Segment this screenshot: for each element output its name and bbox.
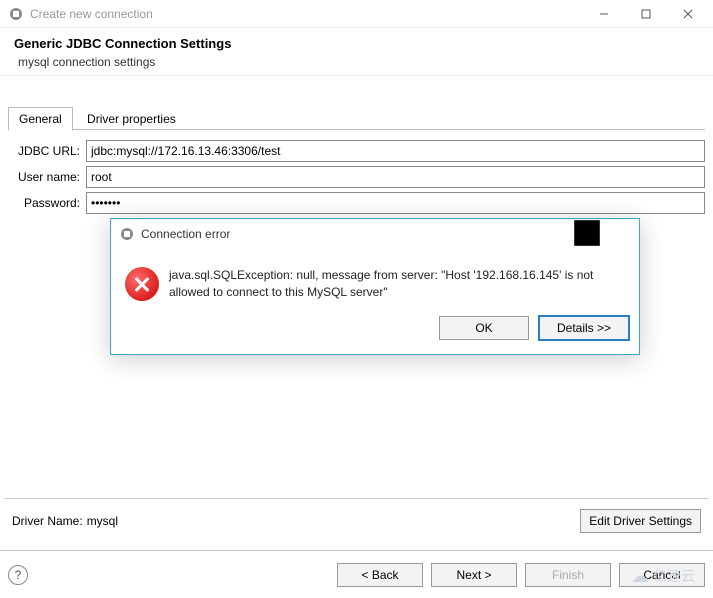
- page-header: Generic JDBC Connection Settings mysql c…: [0, 28, 713, 76]
- error-message: java.sql.SQLException: null, message fro…: [169, 267, 625, 302]
- maximize-button[interactable]: [625, 0, 667, 28]
- cancel-button[interactable]: Cancel: [619, 563, 705, 587]
- details-button[interactable]: Details >>: [539, 316, 629, 340]
- error-icon: [125, 267, 159, 301]
- driver-name-value: mysql: [87, 514, 581, 528]
- driver-name-label: Driver Name:: [12, 514, 83, 528]
- password-input[interactable]: [86, 192, 705, 214]
- jdbc-url-input[interactable]: [86, 140, 705, 162]
- close-button[interactable]: [667, 0, 709, 28]
- tabs-bar: General Driver properties: [8, 106, 705, 130]
- dialog-minimize-button[interactable]: [539, 217, 571, 252]
- jdbc-url-label: JDBC URL:: [8, 144, 86, 158]
- dialog-close-button[interactable]: [603, 217, 635, 252]
- page-subtitle: mysql connection settings: [18, 55, 699, 69]
- username-input[interactable]: [86, 166, 705, 188]
- jdbc-url-row: JDBC URL:: [8, 140, 705, 162]
- window-titlebar: Create new connection: [0, 0, 713, 28]
- driver-row: Driver Name: mysql Edit Driver Settings: [4, 498, 709, 543]
- tab-driver-properties[interactable]: Driver properties: [76, 107, 187, 131]
- password-label: Password:: [8, 196, 86, 210]
- app-icon: [8, 6, 24, 22]
- minimize-button[interactable]: [583, 0, 625, 28]
- next-button[interactable]: Next >: [431, 563, 517, 587]
- dialog-footer: OK Details >>: [111, 310, 639, 354]
- finish-button: Finish: [525, 563, 611, 587]
- dialog-titlebar: Connection error: [111, 219, 639, 249]
- password-row: Password:: [8, 192, 705, 214]
- dialog-title: Connection error: [141, 227, 539, 241]
- username-label: User name:: [8, 170, 86, 184]
- tab-general[interactable]: General: [8, 107, 73, 131]
- dialog-body: java.sql.SQLException: null, message fro…: [111, 249, 639, 310]
- ok-button[interactable]: OK: [439, 316, 529, 340]
- connection-form: JDBC URL: User name: Password:: [0, 130, 713, 214]
- dialog-maximize-button[interactable]: [571, 217, 603, 252]
- help-button[interactable]: ?: [8, 565, 28, 585]
- username-row: User name:: [8, 166, 705, 188]
- dialog-app-icon: [119, 226, 135, 242]
- wizard-footer: ? < Back Next > Finish Cancel: [0, 550, 713, 598]
- error-dialog: Connection error java.sql.SQLException: …: [110, 218, 640, 355]
- page-title: Generic JDBC Connection Settings: [14, 36, 699, 51]
- back-button[interactable]: < Back: [337, 563, 423, 587]
- edit-driver-button[interactable]: Edit Driver Settings: [580, 509, 701, 533]
- window-title: Create new connection: [30, 7, 583, 21]
